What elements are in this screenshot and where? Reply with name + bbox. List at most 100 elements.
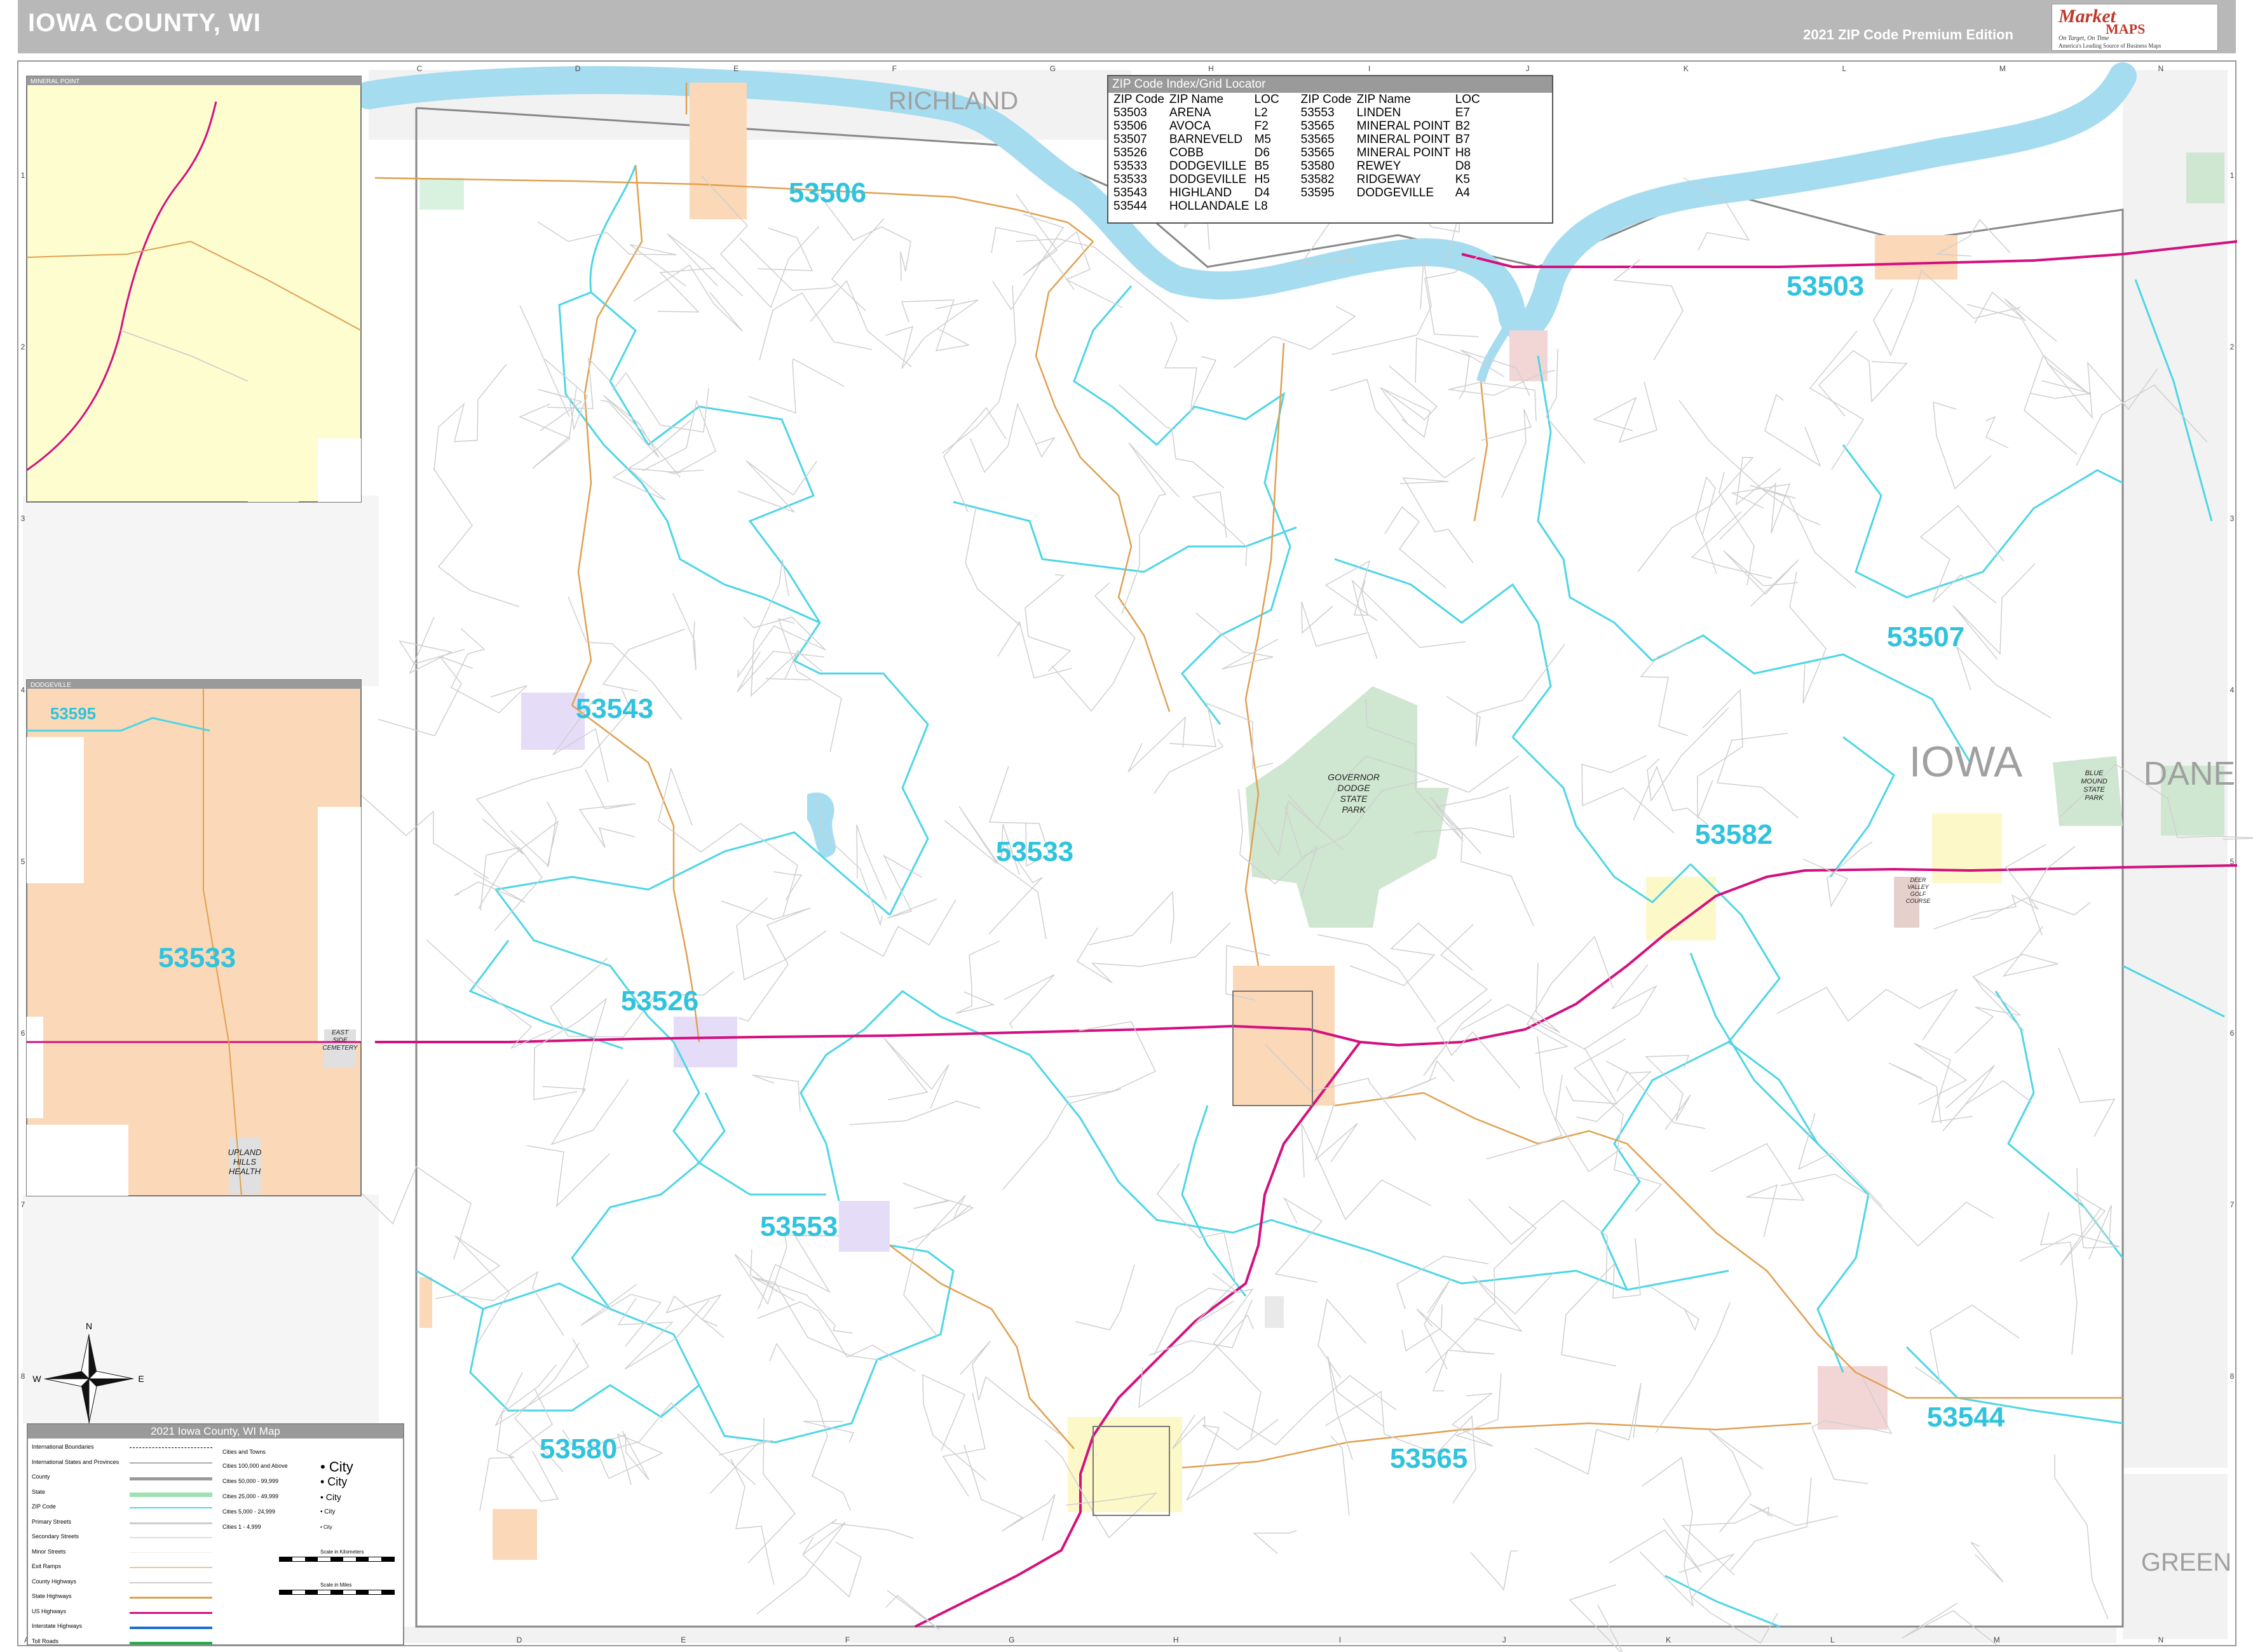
compass-e: E (138, 1374, 144, 1384)
legend-item: Minor Streets (32, 1548, 66, 1555)
zip-index-cell: COBB (1169, 146, 1204, 159)
legend-item: US Highways (32, 1608, 67, 1615)
grid-letter-top: F (892, 64, 897, 73)
grid-number: 4 (21, 686, 25, 694)
grid-letter-bottom: N (2158, 1635, 2164, 1644)
map-legend: 2021 Iowa County, WI Map International B… (27, 1423, 404, 1646)
legend-swatch (130, 1477, 212, 1480)
map-canvas: N S E W RICHLAND IOWA DANE GREEN 53506 5… (17, 60, 2253, 1652)
grid-letter-bottom: I (1339, 1635, 1341, 1644)
zip-index-cell (1298, 200, 1354, 213)
zip-index-cell: HIGHLAND (1169, 186, 1232, 200)
zip-index-cell: AVOCA (1169, 119, 1211, 133)
legend-swatch (130, 1447, 212, 1448)
zip-index-cell: K5 (1455, 173, 1470, 186)
zip-index-cell: H5 (1254, 173, 1270, 186)
zip-index-cell (1354, 200, 1453, 213)
zip-index-cell: DODGEVILLE (1169, 159, 1247, 173)
inset-zip-label-53533: 53533 (158, 942, 236, 973)
grid-letter-top: D (575, 64, 581, 73)
zip-label-53582: 53582 (1695, 819, 1773, 850)
zip-index-cell: B5 (1254, 159, 1269, 173)
legend-city-row: Cities 1 - 4,999 (222, 1524, 261, 1530)
legend-city-sample: • City (320, 1508, 336, 1515)
legend-city-sample: • City (320, 1524, 332, 1530)
legend-scale-km: Scale in Kilometers (320, 1549, 364, 1555)
zip-index-cell: 53565 (1300, 146, 1335, 159)
legend-swatch (130, 1611, 212, 1614)
zip-index-cell: RIDGEWAY (1356, 173, 1421, 186)
legend-item: County Highways (32, 1578, 77, 1585)
grid-number: 8 (2230, 1372, 2235, 1381)
zip-index-cell: L2 (1254, 106, 1268, 119)
inset-mineral-point (26, 76, 362, 503)
zip-index-row: 53506 AVOCA F2 53565 MINERAL POINT B2 (1111, 119, 1483, 133)
grid-letter-bottom: D (517, 1635, 522, 1644)
grid-number: 3 (21, 514, 25, 523)
grid-number: 5 (2230, 857, 2235, 866)
grid-number: 2 (21, 342, 25, 351)
grid-number: 5 (21, 857, 25, 866)
compass-n: N (86, 1321, 92, 1331)
county-label-richland: RICHLAND (888, 87, 1018, 115)
zip-index-cell: B2 (1455, 119, 1470, 133)
legend-city-sample: • City (320, 1458, 353, 1475)
legend-swatch (130, 1507, 212, 1508)
legend-item: International States and Provinces (32, 1458, 119, 1465)
zip-index-cell: ARENA (1169, 106, 1211, 119)
legend-scale-km-bar (279, 1557, 395, 1562)
legend-item: Secondary Streets (32, 1533, 79, 1540)
grid-letter-top: C (417, 64, 423, 73)
zip-label-53544: 53544 (1927, 1402, 2005, 1433)
grid-letter-bottom: H (1173, 1635, 1179, 1644)
grid-letter-bottom: L (1830, 1635, 1835, 1644)
zip-index-col-zip: ZIP Code (1113, 93, 1164, 106)
legend-swatch (130, 1597, 212, 1599)
legend-city-row: Cities 25,000 - 49,999 (222, 1493, 279, 1500)
legend-cities-heading: Cities and Towns (222, 1449, 266, 1455)
grid-letter-bottom: M (1994, 1635, 2000, 1644)
grid-letter-top: H (1208, 64, 1214, 73)
legend-swatch (130, 1522, 212, 1524)
legend-city-row: Cities 50,000 - 99,999 (222, 1478, 279, 1484)
legend-item: Exit Ramps (32, 1563, 62, 1569)
grid-letter-bottom: G (1009, 1635, 1014, 1644)
zip-index-cell: MINERAL POINT (1356, 146, 1450, 159)
zip-label-53533: 53533 (996, 836, 1073, 867)
legend-title: 2021 Iowa County, WI Map (28, 1425, 403, 1439)
zip-index-cell: 53543 (1113, 186, 1147, 200)
legend-item: State (32, 1488, 46, 1495)
zip-index-col-loc-2: LOC (1455, 93, 1480, 106)
legend-scale-mi: Scale in Miles (320, 1582, 352, 1588)
grid-letter-top: J (1526, 64, 1530, 73)
grid-letter-bottom: K (1666, 1635, 1671, 1644)
legend-city-row: Cities 100,000 and Above (222, 1463, 288, 1469)
zip-index-cell: 53553 (1300, 106, 1335, 119)
zip-index-cell: H8 (1455, 146, 1471, 159)
zip-index-cell: 53565 (1300, 133, 1335, 146)
legend-item: State Highways (32, 1593, 72, 1599)
county-label-dane: DANE (2144, 755, 2235, 792)
legend-swatch (130, 1537, 212, 1538)
grid-letter-top: E (733, 64, 739, 73)
legend-city-sample: • City (320, 1475, 348, 1488)
zip-index-cell: E7 (1455, 106, 1470, 119)
zip-index-cell: 53580 (1300, 159, 1335, 173)
grid-number: 8 (21, 1372, 25, 1381)
grid-letter-top: M (1999, 64, 2006, 73)
inset-dodgeville (26, 679, 362, 1196)
county-park-ne (2186, 152, 2224, 203)
zip-index-cell: MINERAL POINT (1356, 133, 1450, 146)
zip-index-row: 53533 DODGEVILLE B5 53580 REWEY D8 (1111, 159, 1483, 173)
legend-swatch (130, 1567, 212, 1568)
grid-letter-bottom: J (1502, 1635, 1506, 1644)
legend-scale-mi-bar (279, 1590, 395, 1595)
legend-swatch (130, 1641, 212, 1644)
county-label-iowa: IOWA (1909, 738, 2023, 786)
zip-index-row: 53503 ARENA L2 53553 LINDEN E7 (1111, 106, 1483, 119)
grid-letter-top: I (1368, 64, 1370, 73)
zip-label-53565: 53565 (1390, 1443, 1467, 1474)
zip-index-row: 53543 HIGHLAND D4 53595 DODGEVILLE A4 (1111, 186, 1483, 200)
zip-index-cell: 53544 (1113, 200, 1147, 213)
grid-number: 1 (21, 171, 25, 180)
